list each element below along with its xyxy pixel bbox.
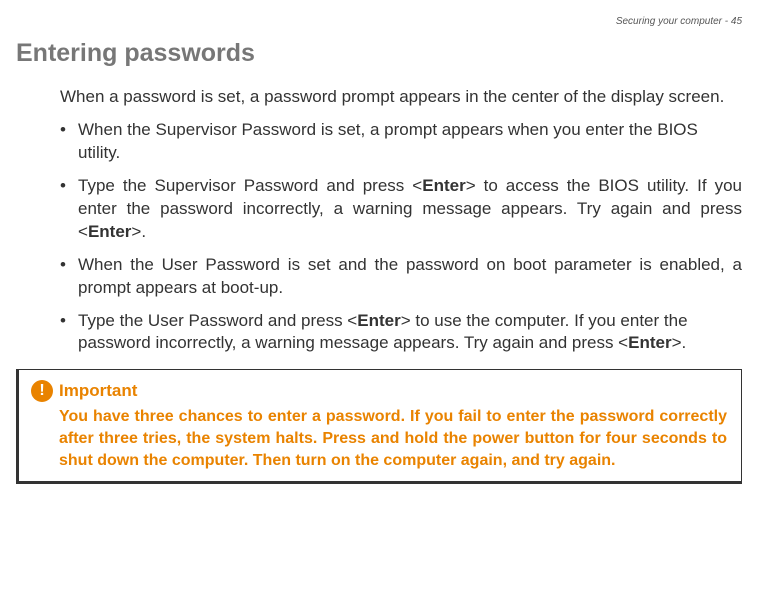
list-item-text-pre: Type the User Password and press < [78, 311, 357, 330]
enter-key: Enter [422, 176, 465, 195]
intro-paragraph: When a password is set, a password promp… [60, 86, 742, 109]
list-item-text-pre: Type the Supervisor Password and press < [78, 176, 422, 195]
page-title: Entering passwords [16, 39, 742, 68]
exclamation-icon: ! [31, 380, 53, 402]
list-item-text-post: >. [131, 222, 146, 241]
list-item-text: When the User Password is set and the pa… [78, 255, 742, 297]
enter-key: Enter [88, 222, 131, 241]
breadcrumb: Securing your computer - 45 [16, 16, 742, 27]
list-item-text: When the Supervisor Password is set, a p… [78, 120, 698, 162]
important-label: Important [59, 381, 137, 401]
important-body-text: You have three chances to enter a passwo… [59, 406, 727, 471]
list-item: When the User Password is set and the pa… [60, 254, 742, 300]
list-item: Type the Supervisor Password and press <… [60, 175, 742, 244]
important-callout: ! Important You have three chances to en… [16, 369, 742, 484]
list-item: Type the User Password and press <Enter>… [60, 310, 742, 356]
list-item-text-post: >. [672, 333, 687, 352]
important-header-row: ! Important [33, 380, 727, 402]
bullet-list: When the Supervisor Password is set, a p… [60, 119, 742, 355]
enter-key: Enter [357, 311, 400, 330]
list-item: When the Supervisor Password is set, a p… [60, 119, 742, 165]
enter-key: Enter [628, 333, 671, 352]
